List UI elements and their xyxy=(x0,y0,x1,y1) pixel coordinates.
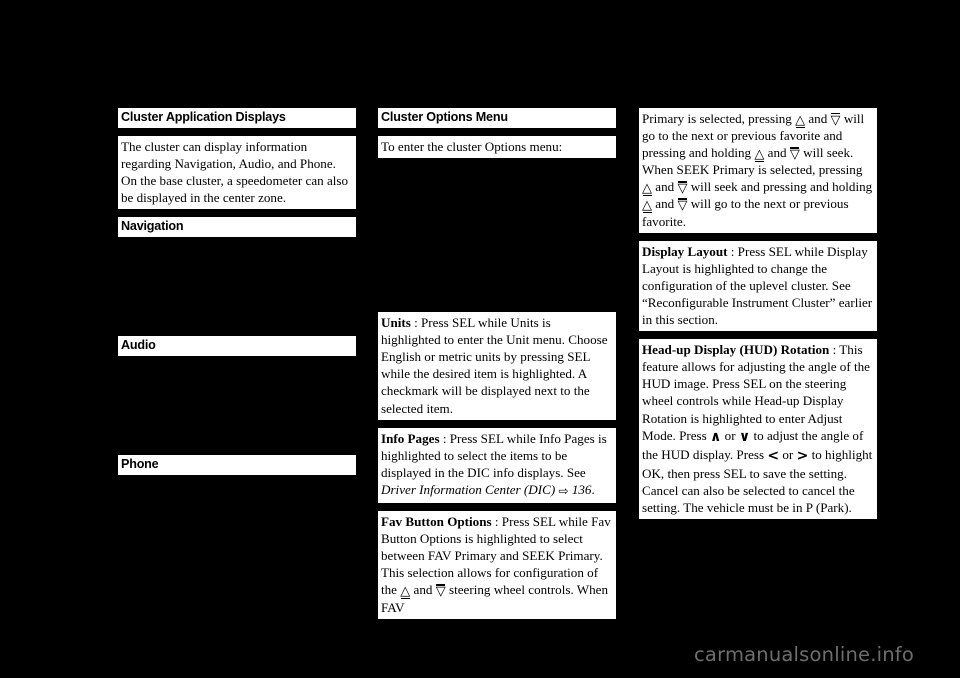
term-label: Head-up Display (HUD) Rotation xyxy=(642,342,830,358)
figure-placeholder-audio xyxy=(118,364,356,447)
cross-reference-page: 136 xyxy=(568,481,592,497)
term-label: Display Layout xyxy=(642,243,728,259)
up-triangle-bar-icon xyxy=(795,114,805,129)
term-label: Info Pages xyxy=(381,430,440,446)
down-triangle-bar-icon xyxy=(677,198,687,212)
cross-reference-title: Driver Information Center (DIC) xyxy=(381,481,559,497)
down-triangle-bar-icon xyxy=(790,147,800,161)
manual-page: Cluster Application Displays The cluster … xyxy=(0,0,960,678)
heading-audio: Audio xyxy=(118,336,356,357)
chevron-up-icon: ∧ xyxy=(710,428,722,445)
page-reference-arrow-icon: ⇨ xyxy=(558,483,569,498)
heading-navigation: Navigation xyxy=(118,217,356,238)
chevron-right-icon: > xyxy=(796,447,809,464)
column-1: Cluster Application Displays The cluster … xyxy=(118,108,356,476)
site-watermark: carmanualsonline.info xyxy=(694,643,914,666)
column-2: Cluster Options Menu To enter the cluster… xyxy=(378,108,616,619)
up-triangle-bar-icon xyxy=(754,148,764,163)
figure-placeholder-cluster-options xyxy=(378,166,616,304)
chevron-down-icon: ∨ xyxy=(738,428,751,445)
up-triangle-bar-icon xyxy=(400,585,410,600)
chevron-left-icon: < xyxy=(767,447,780,464)
paragraph-cluster-application-displays: The cluster can display information rega… xyxy=(118,136,356,210)
paragraph-enter-cluster-options: To enter the cluster Options menu: xyxy=(378,136,616,159)
term-label: Fav Button Options xyxy=(381,514,492,530)
up-triangle-bar-icon xyxy=(642,199,652,214)
paragraph-units: Units : Press SEL while Units is highlig… xyxy=(378,312,616,420)
down-triangle-bar-icon xyxy=(436,584,446,598)
down-triangle-bar-icon xyxy=(677,181,687,195)
down-triangle-bar-icon xyxy=(831,113,841,127)
heading-cluster-application-displays: Cluster Application Displays xyxy=(118,108,356,128)
up-triangle-bar-icon xyxy=(642,182,652,197)
heading-cluster-options-menu: Cluster Options Menu xyxy=(378,108,616,128)
paragraph-head-up-display-rotation: Head-up Display (HUD) Rotation : This fe… xyxy=(639,339,877,520)
column-3: Primary is selected, pressing and will g… xyxy=(639,108,877,520)
heading-phone: Phone xyxy=(118,455,356,476)
paragraph-fav-button-options-continued: Primary is selected, pressing and will g… xyxy=(639,108,877,233)
term-label: Units xyxy=(381,315,411,331)
paragraph-info-pages: Info Pages : Press SEL while Info Pages … xyxy=(378,427,616,504)
paragraph-display-layout: Display Layout : Press SEL while Display… xyxy=(639,240,877,332)
figure-placeholder-navigation xyxy=(118,245,356,328)
paragraph-fav-button-options: Fav Button Options : Press SEL while Fav… xyxy=(378,511,616,619)
